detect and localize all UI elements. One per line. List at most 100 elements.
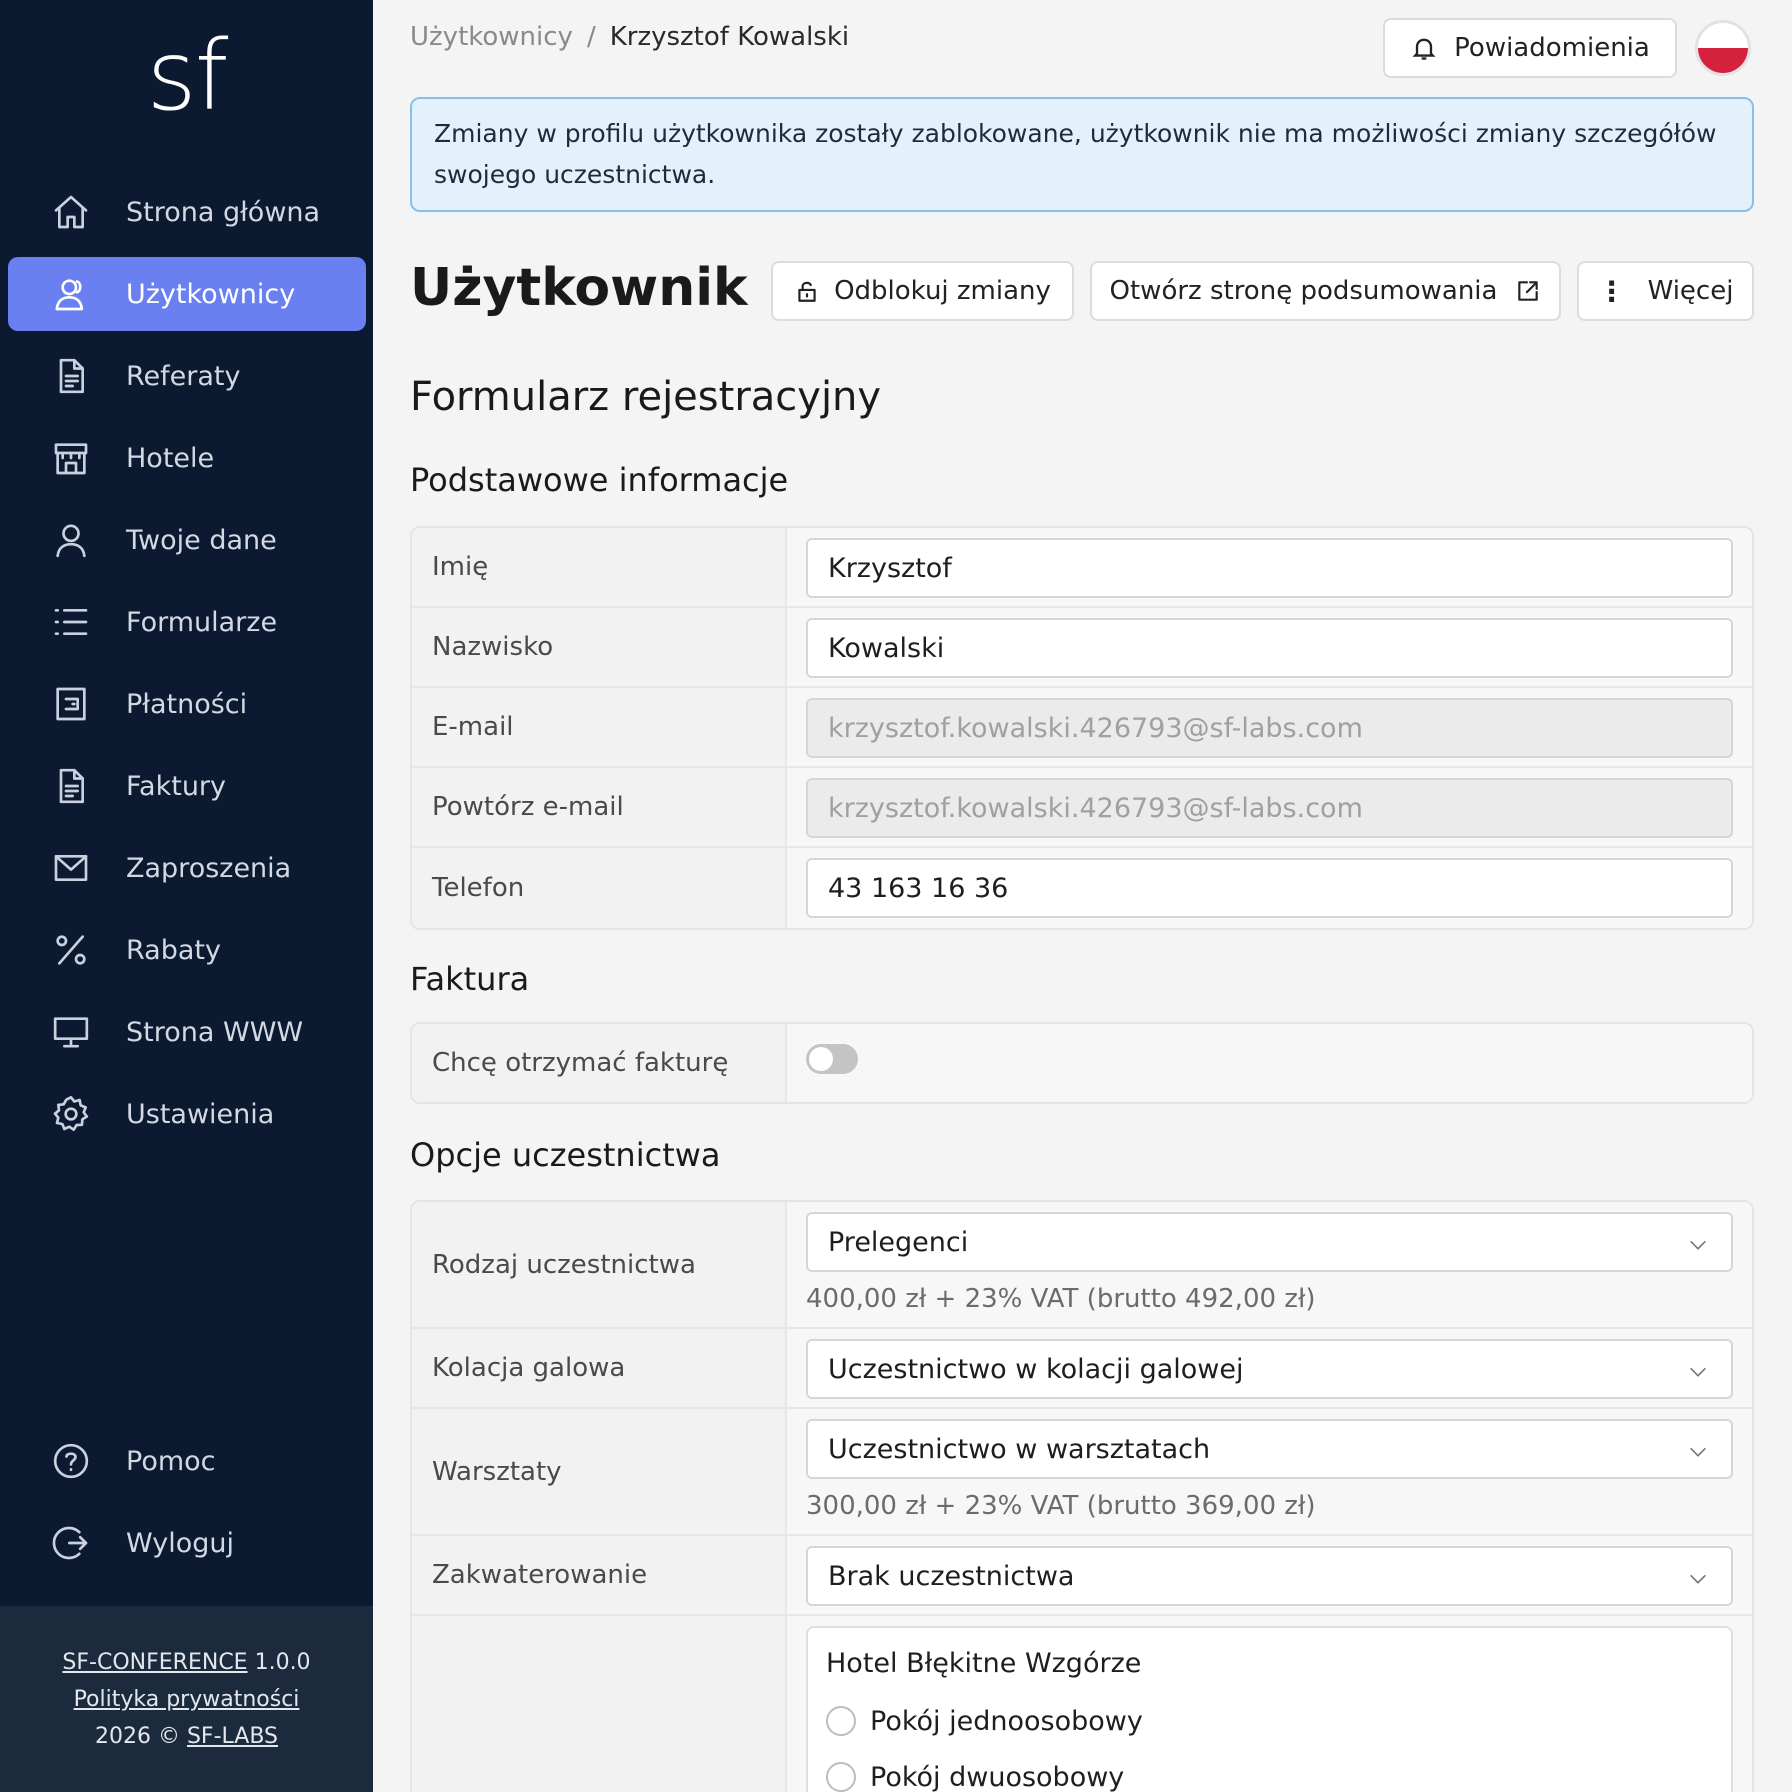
basic-info-heading: Podstawowe informacje bbox=[410, 461, 789, 499]
sidebar-footer: SF-CONFERENCE 1.0.0 Polityka prywatności… bbox=[0, 1606, 373, 1792]
sidebar-item-label: Zaproszenia bbox=[126, 852, 292, 884]
app-logo[interactable]: sf bbox=[0, 28, 373, 124]
sidebar-item-website[interactable]: Strona WWW bbox=[8, 995, 366, 1069]
radio-circle bbox=[826, 1706, 856, 1736]
home-icon bbox=[48, 189, 94, 235]
form-row: Warsztaty Uczestnictwo w warsztatach 300… bbox=[412, 1409, 1752, 1536]
sidebar-item-label: Twoje dane bbox=[126, 524, 277, 556]
breadcrumb-separator: / bbox=[586, 22, 596, 52]
product-link[interactable]: SF-CONFERENCE bbox=[62, 1650, 247, 1675]
user-icon bbox=[48, 517, 94, 563]
form-row: Powtórz e-mail krzysztof.kowalski.426793… bbox=[412, 768, 1752, 848]
page-title: Użytkownik bbox=[410, 258, 748, 318]
workshops-price: 300,00 zł + 23% VAT (brutto 369,00 zł) bbox=[806, 1491, 1316, 1521]
sidebar-item-label: Wyloguj bbox=[126, 1527, 234, 1559]
more-label: Więcej bbox=[1647, 276, 1734, 306]
email-input: krzysztof.kowalski.426793@sf-labs.com bbox=[806, 698, 1733, 758]
participation-type-price: 400,00 zł + 23% VAT (brutto 492,00 zł) bbox=[806, 1284, 1316, 1314]
form-row: Telefon 43 163 16 36 bbox=[412, 848, 1752, 928]
sidebar-item-settings[interactable]: Ustawienia bbox=[8, 1077, 366, 1151]
accommodation-select[interactable]: Brak uczestnictwa bbox=[806, 1546, 1733, 1606]
want-invoice-label: Chcę otrzymać fakturę bbox=[412, 1024, 787, 1102]
last-name-input[interactable]: Kowalski bbox=[806, 618, 1733, 678]
sidebar-item-label: Użytkownicy bbox=[126, 278, 296, 310]
list-icon bbox=[48, 599, 94, 645]
gala-dinner-select[interactable]: Uczestnictwo w kolacji galowej bbox=[806, 1339, 1733, 1399]
sidebar-item-discounts[interactable]: Rabaty bbox=[8, 913, 366, 987]
percent-icon bbox=[48, 927, 94, 973]
breadcrumb-parent-link[interactable]: Użytkownicy bbox=[410, 22, 573, 52]
sidebar-item-users[interactable]: Użytkownicy bbox=[8, 257, 366, 331]
phone-input[interactable]: 43 163 16 36 bbox=[806, 858, 1733, 918]
sidebar-item-label: Referaty bbox=[126, 360, 241, 392]
phone-label: Telefon bbox=[412, 848, 787, 928]
sidebar-item-logout[interactable]: Wyloguj bbox=[8, 1506, 366, 1580]
invoice-card: Chcę otrzymać fakturę bbox=[410, 1022, 1754, 1104]
sidebar-item-home[interactable]: Strona główna bbox=[8, 175, 366, 249]
logout-icon bbox=[48, 1520, 94, 1566]
external-link-icon bbox=[1518, 281, 1539, 301]
sidebar-item-forms[interactable]: Formularze bbox=[8, 585, 366, 659]
first-name-input[interactable]: Krzysztof bbox=[806, 538, 1733, 598]
monitor-icon bbox=[48, 1009, 94, 1055]
sidebar-item-label: Ustawienia bbox=[126, 1098, 275, 1130]
form-row: Zakwaterowanie Brak uczestnictwa bbox=[412, 1536, 1752, 1616]
room-single-label: Pokój jednoosobowy bbox=[870, 1705, 1143, 1737]
language-flag-button[interactable] bbox=[1695, 20, 1751, 76]
open-summary-label: Otwórz stronę podsumowania bbox=[1109, 276, 1498, 306]
form-row: Hotel Błękitne Wzgórze Pokój jednoosobow… bbox=[412, 1616, 1752, 1792]
unlock-changes-button[interactable]: Odblokuj zmiany bbox=[771, 261, 1074, 321]
sidebar-item-label: Strona WWW bbox=[126, 1016, 304, 1048]
mail-icon bbox=[48, 845, 94, 891]
chevron-down-icon bbox=[1687, 1566, 1709, 1588]
bell-icon bbox=[1412, 38, 1436, 60]
privacy-policy-link[interactable]: Polityka prywatności bbox=[74, 1687, 300, 1712]
workshops-select[interactable]: Uczestnictwo w warsztatach bbox=[806, 1419, 1733, 1479]
copyright-text: 2026 © bbox=[94, 1724, 180, 1749]
radio-circle bbox=[826, 1762, 856, 1792]
participation-type-label: Rodzaj uczestnictwa bbox=[412, 1202, 787, 1327]
sidebar-item-label: Formularze bbox=[126, 606, 278, 638]
sidebar-item-hotels[interactable]: Hotele bbox=[8, 421, 366, 495]
open-summary-button[interactable]: Otwórz stronę podsumowania bbox=[1090, 261, 1561, 321]
sidebar-item-payments[interactable]: Płatności bbox=[8, 667, 366, 741]
more-button[interactable]: ⋮ Więcej bbox=[1577, 261, 1754, 321]
want-invoice-toggle[interactable] bbox=[806, 1044, 858, 1074]
hotel-name: Hotel Błękitne Wzgórze bbox=[826, 1648, 1142, 1679]
form-row: Kolacja galowa Uczestnictwo w kolacji ga… bbox=[412, 1329, 1752, 1409]
invoice-heading: Faktura bbox=[410, 960, 530, 998]
breadcrumb: Użytkownicy / Krzysztof Kowalski bbox=[410, 22, 849, 52]
notifications-label: Powiadomienia bbox=[1454, 33, 1650, 63]
sidebar-item-help[interactable]: Pomoc bbox=[8, 1424, 366, 1498]
sidebar-item-papers[interactable]: Referaty bbox=[8, 339, 366, 413]
company-link[interactable]: SF-LABS bbox=[187, 1724, 278, 1749]
email-label: E-mail bbox=[412, 688, 787, 766]
wallet-icon bbox=[48, 681, 94, 727]
sidebar-item-label: Pomoc bbox=[126, 1445, 216, 1477]
sidebar-item-label: Faktury bbox=[126, 770, 227, 802]
hotel-label-empty bbox=[412, 1616, 787, 1792]
room-single-radio[interactable]: Pokój jednoosobowy bbox=[826, 1693, 1713, 1749]
locked-changes-alert: Zmiany w profilu użytkownika zostały zab… bbox=[410, 97, 1754, 212]
basic-info-card: Imię Krzysztof Nazwisko Kowalski E-mail … bbox=[410, 526, 1754, 930]
form-row: E-mail krzysztof.kowalski.426793@sf-labs… bbox=[412, 688, 1752, 768]
sidebar-item-label: Płatności bbox=[126, 688, 248, 720]
form-row: Nazwisko Kowalski bbox=[412, 608, 1752, 688]
room-double-radio[interactable]: Pokój dwuosobowy bbox=[826, 1749, 1713, 1792]
sidebar-item-your-data[interactable]: Twoje dane bbox=[8, 503, 366, 577]
hotel-option-box: Hotel Błękitne Wzgórze Pokój jednoosobow… bbox=[806, 1626, 1733, 1792]
email-repeat-input: krzysztof.kowalski.426793@sf-labs.com bbox=[806, 778, 1733, 838]
sidebar-item-invitations[interactable]: Zaproszenia bbox=[8, 831, 366, 905]
workshops-value: Uczestnictwo w warsztatach bbox=[828, 1433, 1211, 1465]
breadcrumb-current: Krzysztof Kowalski bbox=[609, 22, 850, 52]
version-text: 1.0.0 bbox=[254, 1650, 311, 1675]
participation-type-select[interactable]: Prelegenci bbox=[806, 1212, 1733, 1272]
notifications-button[interactable]: Powiadomienia bbox=[1383, 18, 1677, 78]
sidebar-item-invoices[interactable]: Faktury bbox=[8, 749, 366, 823]
help-icon bbox=[48, 1438, 94, 1484]
sidebar-bottom-nav: Pomoc Wyloguj bbox=[8, 1424, 366, 1588]
room-double-label: Pokój dwuosobowy bbox=[870, 1761, 1125, 1792]
unlock-icon bbox=[798, 281, 816, 302]
accommodation-value: Brak uczestnictwa bbox=[828, 1560, 1075, 1592]
participation-card: Rodzaj uczestnictwa Prelegenci 400,00 zł… bbox=[410, 1200, 1754, 1792]
